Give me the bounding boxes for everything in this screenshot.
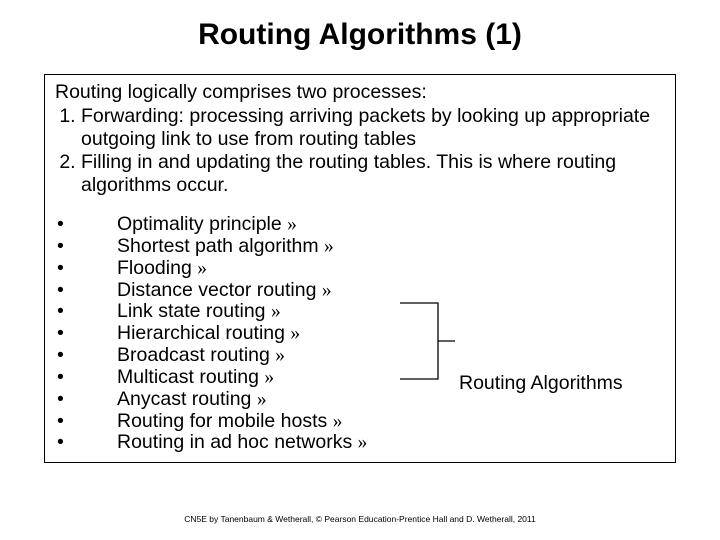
list-item: •Hierarchical routing » xyxy=(55,323,665,345)
raquo-icon: » xyxy=(257,389,267,410)
slide: Routing Algorithms (1) Routing logically… xyxy=(0,0,720,540)
bullet-text: Routing in ad hoc networks xyxy=(117,431,352,453)
content-box: Routing logically comprises two processe… xyxy=(44,74,676,463)
bullet-icon: • xyxy=(55,345,117,367)
bullet-text: Distance vector routing xyxy=(117,279,316,301)
bullet-icon: • xyxy=(55,236,117,258)
raquo-icon: » xyxy=(287,214,297,235)
bullet-text: Optimality principle xyxy=(117,213,282,235)
bullet-text: Flooding xyxy=(117,257,192,279)
list-item: •Optimality principle » xyxy=(55,214,665,236)
list-item: •Flooding » xyxy=(55,258,665,280)
bullet-text: Link state routing xyxy=(117,300,266,322)
page-title: Routing Algorithms (1) xyxy=(0,0,720,64)
bullet-text: Shortest path algorithm xyxy=(117,235,319,257)
bullet-icon: • xyxy=(55,411,117,433)
list-item: Forwarding: processing arriving packets … xyxy=(81,105,665,150)
list-item: •Broadcast routing » xyxy=(55,345,665,367)
raquo-icon: » xyxy=(275,345,285,366)
raquo-icon: » xyxy=(197,258,207,279)
bullet-icon: • xyxy=(55,301,117,323)
bullet-icon: • xyxy=(55,367,117,389)
bullet-text: Anycast routing xyxy=(117,388,251,410)
raquo-icon: » xyxy=(324,236,334,257)
bullet-text: Hierarchical routing xyxy=(117,322,285,344)
list-item: •Shortest path algorithm » xyxy=(55,236,665,258)
intro-text: Routing logically comprises two processe… xyxy=(55,81,665,103)
list-item: •Routing in ad hoc networks » xyxy=(55,432,665,454)
bullet-text: Multicast routing xyxy=(117,366,259,388)
bullet-list: •Optimality principle » •Shortest path a… xyxy=(55,214,665,454)
bullet-icon: • xyxy=(55,323,117,345)
bullet-icon: • xyxy=(55,258,117,280)
footer-text: CN5E by Tanenbaum & Wetherall, © Pearson… xyxy=(0,514,720,524)
bullet-text: Routing for mobile hosts xyxy=(117,410,327,432)
list-item: Filling in and updating the routing tabl… xyxy=(81,151,665,196)
raquo-icon: » xyxy=(264,367,274,388)
bullet-text: Broadcast routing xyxy=(117,344,270,366)
list-item: •Link state routing » xyxy=(55,301,665,323)
numbered-list: Forwarding: processing arriving packets … xyxy=(55,105,665,196)
raquo-icon: » xyxy=(322,280,332,301)
annotation-label: Routing Algorithms xyxy=(459,372,623,395)
bullet-icon: • xyxy=(55,280,117,302)
raquo-icon: » xyxy=(290,323,300,344)
raquo-icon: » xyxy=(333,411,343,432)
list-item: •Distance vector routing » xyxy=(55,280,665,302)
raquo-icon: » xyxy=(271,301,281,322)
raquo-icon: » xyxy=(358,432,368,453)
list-item: •Routing for mobile hosts » xyxy=(55,411,665,433)
bullet-icon: • xyxy=(55,389,117,411)
bullet-icon: • xyxy=(55,214,117,236)
bullet-icon: • xyxy=(55,432,117,454)
